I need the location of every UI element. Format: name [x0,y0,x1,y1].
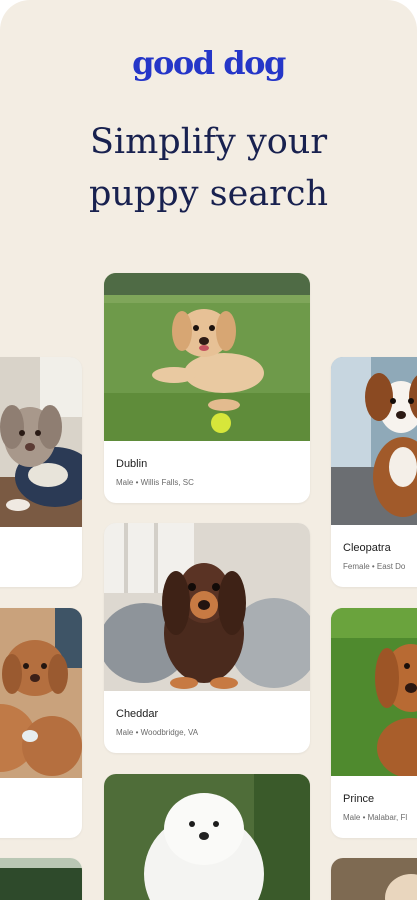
puppy-name: Dublin [116,458,148,470]
card-info: Cheddar Male • Woodbridge, VA [116,708,302,737]
puppy-card-left-3[interactable] [0,858,82,900]
puppy-card-left-1[interactable] [0,357,82,587]
puppy-card-samoyed[interactable] [104,774,310,900]
puppy-photo [104,774,310,900]
puppy-photo [0,357,82,527]
puppy-details: Male • Willis Falls, SC [116,478,194,487]
puppy-photo [104,273,310,441]
puppy-card-left-2[interactable] [0,608,82,838]
puppy-card-prince[interactable]: Prince Male • Malabar, Fl [331,608,417,838]
puppy-name: Cleopatra [343,542,391,554]
puppy-name: Cheddar [116,708,159,720]
card-info: Prince Male • Malabar, Fl [343,793,417,822]
puppy-card-cleopatra[interactable]: Cleopatra Female • East Do [331,357,417,587]
puppy-details: Female • East Do [343,562,406,571]
puppy-details: Male • Woodbridge, VA [116,728,199,737]
puppy-photo [0,858,82,900]
puppy-card-cheddar[interactable]: Cheddar Male • Woodbridge, VA [104,523,310,753]
puppy-card-right-3[interactable] [331,858,417,900]
puppy-photo [331,858,417,900]
page-headline: Simplify your puppy search [0,116,417,220]
puppy-photo [0,608,82,778]
card-info: Dublin Male • Willis Falls, SC [116,458,302,487]
card-info: Cleopatra Female • East Do [343,542,417,571]
puppy-details: Male • Malabar, Fl [343,813,408,822]
screen: good dog Simplify your puppy search Dubl… [0,0,417,900]
headline-line-2: puppy search [88,174,329,214]
puppy-card-dublin[interactable]: Dublin Male • Willis Falls, SC [104,273,310,503]
puppy-name: Prince [343,793,375,805]
headline-line-1: Simplify your [89,122,328,162]
puppy-photo [331,608,417,776]
good-dog-logo: good dog [132,44,286,82]
puppy-photo [331,357,417,525]
puppy-photo [104,523,310,691]
